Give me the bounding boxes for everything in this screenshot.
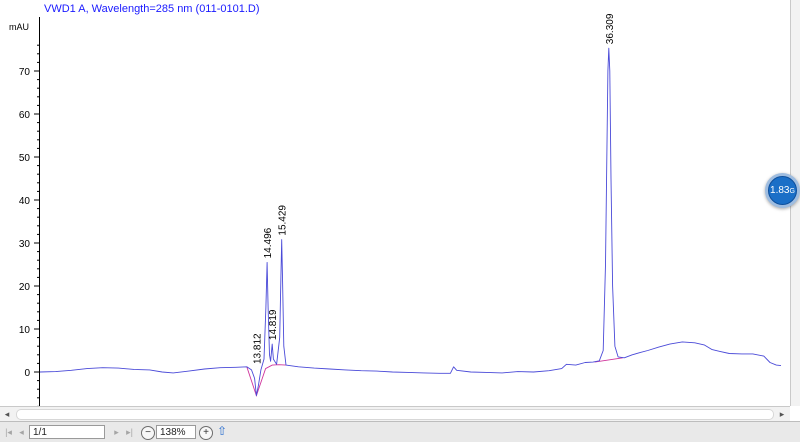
- integration-baseline: [246, 364, 287, 398]
- y-tick-label: 0: [24, 368, 30, 379]
- y-tick-label: 40: [19, 196, 31, 207]
- peak-retention-label: 14.819: [268, 309, 279, 340]
- integration-baseline: [594, 357, 623, 363]
- peak-retention-label: 13.812: [252, 333, 263, 364]
- peak-retention-label: 36.309: [605, 13, 616, 44]
- first-page-icon[interactable]: |◂: [3, 425, 14, 439]
- scroll-right-arrow-icon[interactable]: ▸: [775, 407, 789, 421]
- zoom-out-icon[interactable]: −: [141, 426, 155, 440]
- badge-inner: 1.83G: [768, 176, 797, 205]
- chromatogram-document: VWD1 A, Wavelength=285 nm (011-0101.D) m…: [9, 3, 782, 407]
- chart-title: VWD1 A, Wavelength=285 nm (011-0101.D): [44, 3, 260, 15]
- y-tick-label: 60: [19, 110, 31, 121]
- y-tick-label: 30: [19, 239, 31, 250]
- chromatogram-trace: [39, 47, 782, 397]
- y-axis-label: mAU: [9, 22, 29, 32]
- viewer-toolbar: |◂ ◂ 1/1 ▸ ▸| − 138% + ⇧: [0, 421, 800, 442]
- integration-baselines: [246, 357, 623, 398]
- floating-download-badge[interactable]: 1.83G: [765, 173, 800, 211]
- y-tick-label: 50: [19, 153, 31, 164]
- peak-retention-label: 14.496: [263, 227, 274, 258]
- page-number-field[interactable]: 1/1: [29, 425, 105, 439]
- horizontal-scrollbar[interactable]: ◂ ▸: [0, 406, 790, 422]
- y-tick-label: 20: [19, 282, 31, 293]
- horizontal-scroll-thumb[interactable]: [16, 409, 774, 420]
- share-icon[interactable]: ⇧: [217, 424, 227, 438]
- previous-page-icon[interactable]: ◂: [16, 425, 27, 439]
- y-tick-label: 70: [19, 67, 31, 78]
- peak-labels: 13.812 14.496 14.819 15.429 36.309: [252, 13, 615, 364]
- badge-value: 1.83: [770, 185, 790, 196]
- badge-unit: G: [789, 188, 795, 195]
- y-axis-ticks: 0 10 20 30 40 50 60 70: [19, 44, 40, 407]
- zoom-field[interactable]: 138%: [156, 425, 196, 439]
- chromatogram-traces: [39, 47, 782, 397]
- next-page-icon[interactable]: ▸: [111, 425, 122, 439]
- y-tick-label: 10: [19, 325, 31, 336]
- last-page-icon[interactable]: ▸|: [124, 425, 135, 439]
- zoom-in-icon[interactable]: +: [199, 426, 213, 440]
- scroll-left-arrow-icon[interactable]: ◂: [0, 407, 14, 421]
- peak-retention-label: 15.429: [278, 205, 289, 236]
